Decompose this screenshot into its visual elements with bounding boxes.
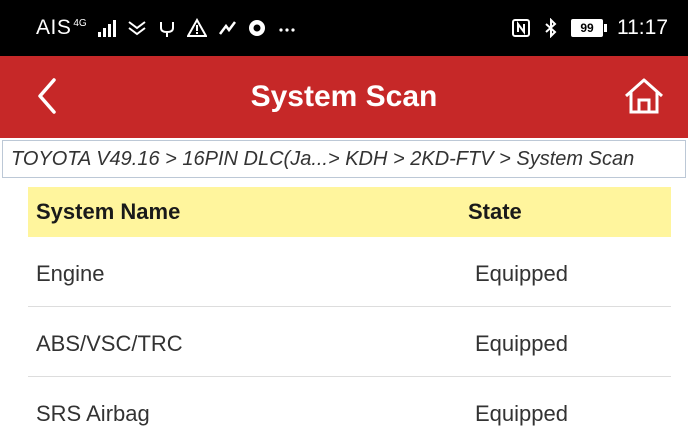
back-chevron-icon	[38, 78, 56, 114]
hands-free-icon	[217, 18, 237, 38]
bluetooth-icon	[541, 18, 561, 38]
system-list: Engine Equipped ABS/VSC/TRC Equipped SRS…	[28, 237, 671, 441]
back-button[interactable]	[28, 76, 68, 116]
more-icon	[277, 18, 297, 38]
column-header-system-name: System Name	[36, 199, 181, 224]
system-name: Engine	[36, 261, 105, 286]
table-header: System Name State	[28, 187, 671, 237]
table-row[interactable]: ABS/VSC/TRC Equipped	[28, 307, 671, 377]
network-badge: 4G	[73, 18, 87, 29]
system-name: ABS/VSC/TRC	[36, 331, 183, 356]
warning-icon	[186, 18, 207, 38]
status-bar: AIS 4G 99 11:17	[0, 0, 688, 56]
table-row[interactable]: Engine Equipped	[28, 237, 671, 307]
usb-icon	[157, 18, 177, 38]
nfc-icon	[511, 18, 531, 38]
chat-icon	[127, 18, 147, 38]
table-row[interactable]: SRS Airbag Equipped	[28, 377, 671, 441]
page-title: System Scan	[250, 80, 438, 113]
carrier-name: AIS	[36, 16, 72, 39]
chrome-icon	[247, 18, 267, 38]
home-button[interactable]	[622, 74, 666, 118]
status-left: AIS 4G	[36, 16, 297, 40]
breadcrumb: TOYOTA V49.16 > 16PIN DLC(Ja...> KDH > 2…	[2, 140, 686, 178]
system-state: Equipped	[475, 261, 568, 286]
status-right: 99 11:17	[511, 16, 668, 40]
battery-icon: 99	[571, 19, 607, 37]
system-state: Equipped	[475, 331, 568, 356]
home-icon	[625, 78, 663, 114]
app-bar: System Scan	[0, 56, 688, 138]
clock: 11:17	[617, 16, 668, 39]
signal-icon	[97, 18, 117, 38]
system-state: Equipped	[475, 401, 568, 426]
system-name: SRS Airbag	[36, 401, 150, 426]
column-header-state: State	[468, 199, 522, 224]
